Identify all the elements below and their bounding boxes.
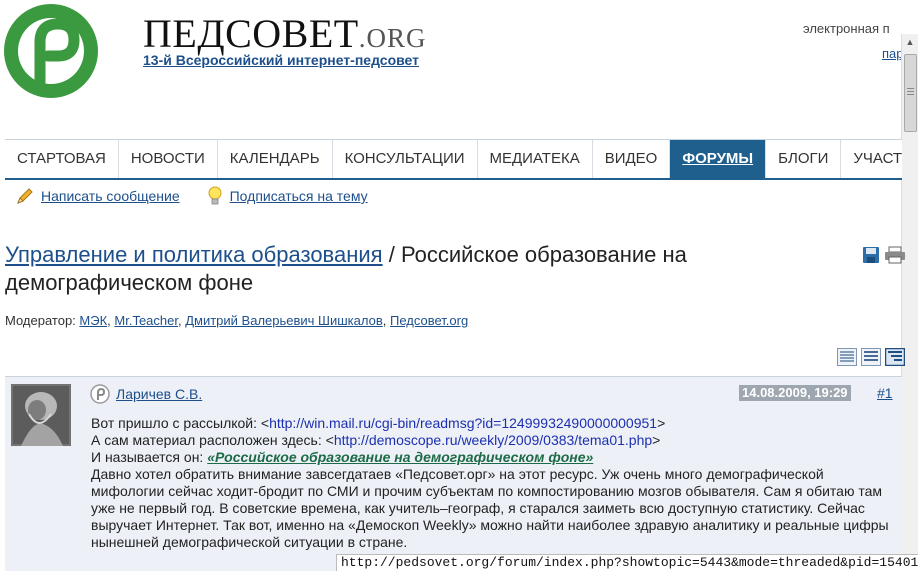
site-subtitle-link[interactable]: 13-й Всероссийский интернет-педсовет bbox=[143, 52, 419, 68]
nav-item-participants[interactable]: УЧАСТНИ bbox=[841, 140, 902, 178]
site-title-domain: .ORG bbox=[358, 23, 427, 53]
post-author-link[interactable]: Ларичев С.В. bbox=[116, 386, 202, 402]
moderator-link[interactable]: Дмитрий Валерьевич Шишкалов bbox=[185, 313, 383, 328]
forum-post: Ларичев С.В. 14.08.2009, 19:29 #1 Вот пр… bbox=[5, 376, 902, 571]
site-title-main: ПЕДСОВЕТ bbox=[143, 11, 359, 56]
nav-item-forums[interactable]: ФОРУМЫ bbox=[670, 140, 767, 178]
top-right-text: электронная п bbox=[803, 21, 890, 36]
user-profile-icon[interactable] bbox=[90, 384, 110, 404]
write-message-link[interactable]: Написать сообщение bbox=[41, 188, 180, 204]
moderators-label: Модератор: bbox=[5, 313, 80, 328]
moderator-link[interactable]: Mr.Teacher bbox=[114, 313, 178, 328]
post-paragraph: Давно хотел обратить внимание завсегдата… bbox=[91, 466, 889, 550]
article-title-link[interactable]: «Российское образование на демографическ… bbox=[207, 449, 593, 465]
post-author-row: Ларичев С.В. bbox=[90, 384, 202, 404]
print-icon[interactable] bbox=[884, 246, 906, 269]
threaded-view-icon[interactable] bbox=[884, 347, 906, 371]
nav-item-consultations[interactable]: КОНСУЛЬТАЦИИ bbox=[333, 140, 478, 178]
site-title[interactable]: ПЕДСОВЕТ.ORG bbox=[143, 10, 426, 57]
post-date: 14.08.2009, 19:29 bbox=[739, 385, 851, 401]
moderator-link[interactable]: Педсовет.org bbox=[390, 313, 468, 328]
scroll-thumb[interactable] bbox=[904, 54, 917, 132]
nav-item-calendar[interactable]: КАЛЕНДАРЬ bbox=[218, 140, 333, 178]
moderators-line: Модератор: МЭК, Mr.Teacher, Дмитрий Вале… bbox=[5, 313, 469, 328]
lightbulb-icon bbox=[208, 186, 222, 205]
nav-item-video[interactable]: ВИДЕО bbox=[593, 140, 671, 178]
post-text: Вот пришло с рассылкой: < bbox=[91, 415, 270, 431]
scroll-up-arrow-icon[interactable]: ▲ bbox=[902, 34, 918, 50]
post-number-link[interactable]: #1 bbox=[877, 385, 893, 401]
subscribe-link[interactable]: Подписаться на тему bbox=[230, 188, 368, 204]
post-text: > bbox=[657, 415, 666, 431]
site-logo[interactable] bbox=[2, 2, 100, 100]
vertical-scrollbar[interactable]: ▲ bbox=[901, 34, 918, 570]
post-text: И называется он: bbox=[91, 449, 208, 465]
view-mode-toggles bbox=[833, 347, 906, 371]
hybrid-view-icon[interactable] bbox=[861, 348, 881, 371]
main-nav: СТАРТОВАЯ НОВОСТИ КАЛЕНДАРЬ КОНСУЛЬТАЦИИ… bbox=[5, 139, 902, 180]
topic-actions: Написать сообщение Подписаться на тему bbox=[15, 185, 394, 207]
mail-url-link[interactable]: http://win.mail.ru/cgi-bin/readmsg?id=12… bbox=[269, 415, 657, 431]
pencil-icon bbox=[17, 188, 33, 204]
write-message-action[interactable]: Написать сообщение bbox=[15, 186, 180, 206]
demoscope-url-link[interactable]: http://demoscope.ru/weekly/2009/0383/tem… bbox=[334, 432, 652, 448]
nav-item-start[interactable]: СТАРТОВАЯ bbox=[5, 140, 119, 178]
linear-view-icon[interactable] bbox=[837, 348, 857, 371]
save-icon[interactable] bbox=[862, 246, 880, 269]
subscribe-action[interactable]: Подписаться на тему bbox=[206, 185, 368, 207]
title-tools bbox=[858, 246, 906, 269]
page-title: Управление и политика образования / Росс… bbox=[5, 241, 835, 297]
nav-item-news[interactable]: НОВОСТИ bbox=[119, 140, 218, 178]
moderator-link[interactable]: МЭК bbox=[79, 313, 107, 328]
post-line-title: И называется он: «Российское образование… bbox=[91, 449, 891, 466]
post-text: А сам материал расположен здесь: < bbox=[91, 432, 334, 448]
post-line-mail: Вот пришло с рассылкой: <http://win.mail… bbox=[91, 415, 891, 432]
breadcrumb-separator: / bbox=[382, 242, 401, 267]
post-body: Вот пришло с рассылкой: <http://win.mail… bbox=[91, 415, 891, 551]
nav-item-blogs[interactable]: БЛОГИ bbox=[766, 140, 842, 178]
breadcrumb-forum-link[interactable]: Управление и политика образования bbox=[5, 242, 383, 267]
author-avatar[interactable] bbox=[11, 384, 71, 446]
nav-item-media[interactable]: МЕДИАТЕКА bbox=[478, 140, 593, 178]
post-text: > bbox=[652, 432, 661, 448]
status-bar-url: http://pedsovet.org/forum/index.php?show… bbox=[336, 554, 918, 571]
post-line-source: А сам материал расположен здесь: <http:/… bbox=[91, 432, 891, 449]
